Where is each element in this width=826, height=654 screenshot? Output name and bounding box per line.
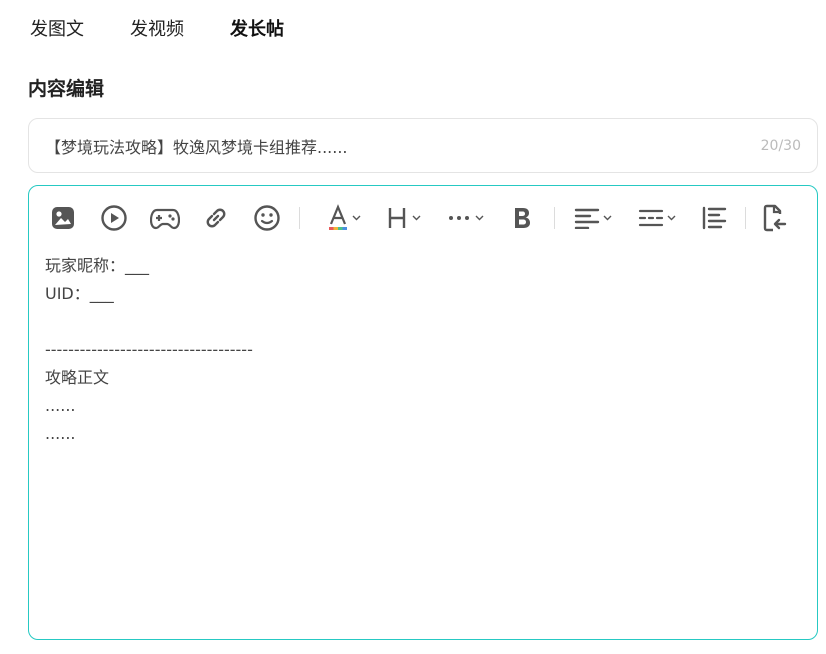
title-input[interactable]	[45, 136, 751, 155]
bold-icon[interactable]	[508, 200, 536, 236]
align-icon[interactable]	[571, 200, 615, 236]
link-icon[interactable]	[200, 200, 232, 236]
post-type-tabs: 发图文 发视频 发长帖	[30, 16, 330, 46]
rich-text-editor[interactable]: 玩家昵称：___ UID：___ -----------------------…	[28, 185, 818, 640]
toolbar-divider	[745, 207, 746, 229]
tab-label: 发视频	[130, 19, 184, 40]
content-line: UID：___	[45, 284, 114, 303]
more-icon[interactable]	[446, 200, 486, 236]
emoji-icon[interactable]	[251, 200, 283, 236]
content-line: 玩家昵称：___	[45, 256, 150, 275]
tab-image-text[interactable]: 发图文	[30, 16, 84, 46]
image-icon[interactable]	[47, 200, 79, 236]
content-line: ......	[45, 424, 76, 443]
tab-long-post[interactable]: 发长帖	[228, 16, 286, 46]
indent-icon[interactable]	[699, 200, 729, 236]
video-icon[interactable]	[98, 200, 130, 236]
tab-label: 发图文	[30, 19, 84, 40]
toolbar-divider	[299, 207, 300, 229]
content-line: ------------------------------------	[45, 340, 253, 359]
toolbar-divider	[554, 207, 555, 229]
font-color-icon[interactable]	[324, 200, 364, 236]
title-field[interactable]: 20/30	[28, 118, 818, 173]
line-spacing-icon[interactable]	[635, 200, 679, 236]
editor-toolbar	[47, 200, 807, 236]
content-line: ......	[45, 396, 76, 415]
content-line: 攻略正文	[45, 368, 110, 387]
editor-content[interactable]: 玩家昵称：___ UID：___ -----------------------…	[45, 252, 801, 448]
title-char-counter: 20/30	[760, 137, 801, 154]
tab-video[interactable]: 发视频	[130, 16, 184, 46]
paste-format-icon[interactable]	[760, 200, 790, 236]
tab-label: 发长帖	[230, 19, 284, 40]
heading-icon[interactable]	[384, 200, 424, 236]
gamepad-icon[interactable]	[149, 200, 181, 236]
section-title: 内容编辑	[28, 78, 105, 100]
content-line	[45, 308, 801, 336]
